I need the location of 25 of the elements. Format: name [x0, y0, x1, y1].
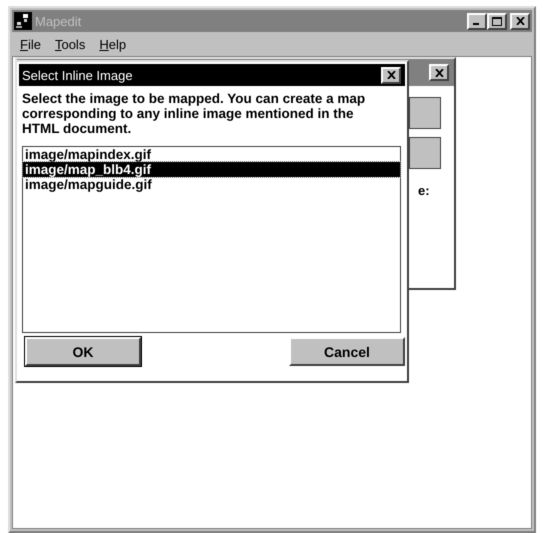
- maximize-button[interactable]: [487, 12, 507, 30]
- menu-item[interactable]: Tools: [54, 36, 86, 52]
- dialog-title: Select Inline Image: [22, 68, 133, 82]
- close-button[interactable]: [381, 66, 401, 84]
- maximize-icon: [492, 16, 502, 26]
- instruction-text: Select the image to be mapped. You can create a map corresponding to any inline image mentioned in the HTML document.: [22, 91, 366, 136]
- close-icon: [386, 71, 396, 79]
- list-item[interactable]: image/map_blb4.gif: [23, 162, 400, 177]
- label-text: e:: [418, 183, 430, 198]
- dialog-button[interactable]: [409, 137, 441, 169]
- close-icon: [434, 68, 444, 76]
- close-button[interactable]: [429, 64, 449, 81]
- close-button[interactable]: [510, 12, 530, 30]
- close-icon: [516, 17, 524, 25]
- app-icon: [14, 12, 32, 30]
- minimize-button[interactable]: [467, 12, 487, 30]
- image-list[interactable]: image/mapindex.gif image/map_blb4.gif image/mapguide.gif: [22, 146, 401, 333]
- list-item[interactable]: image/mapindex.gif: [23, 147, 400, 162]
- dialog-button[interactable]: [409, 97, 441, 129]
- menu-item[interactable]: File: [20, 36, 41, 52]
- menu-item[interactable]: Help: [99, 36, 126, 52]
- list-item[interactable]: image/mapguide.gif: [23, 177, 400, 192]
- cancel-button[interactable]: Cancel: [289, 337, 405, 366]
- window-title: Mapedit: [35, 14, 82, 28]
- ok-button[interactable]: OK: [25, 337, 141, 366]
